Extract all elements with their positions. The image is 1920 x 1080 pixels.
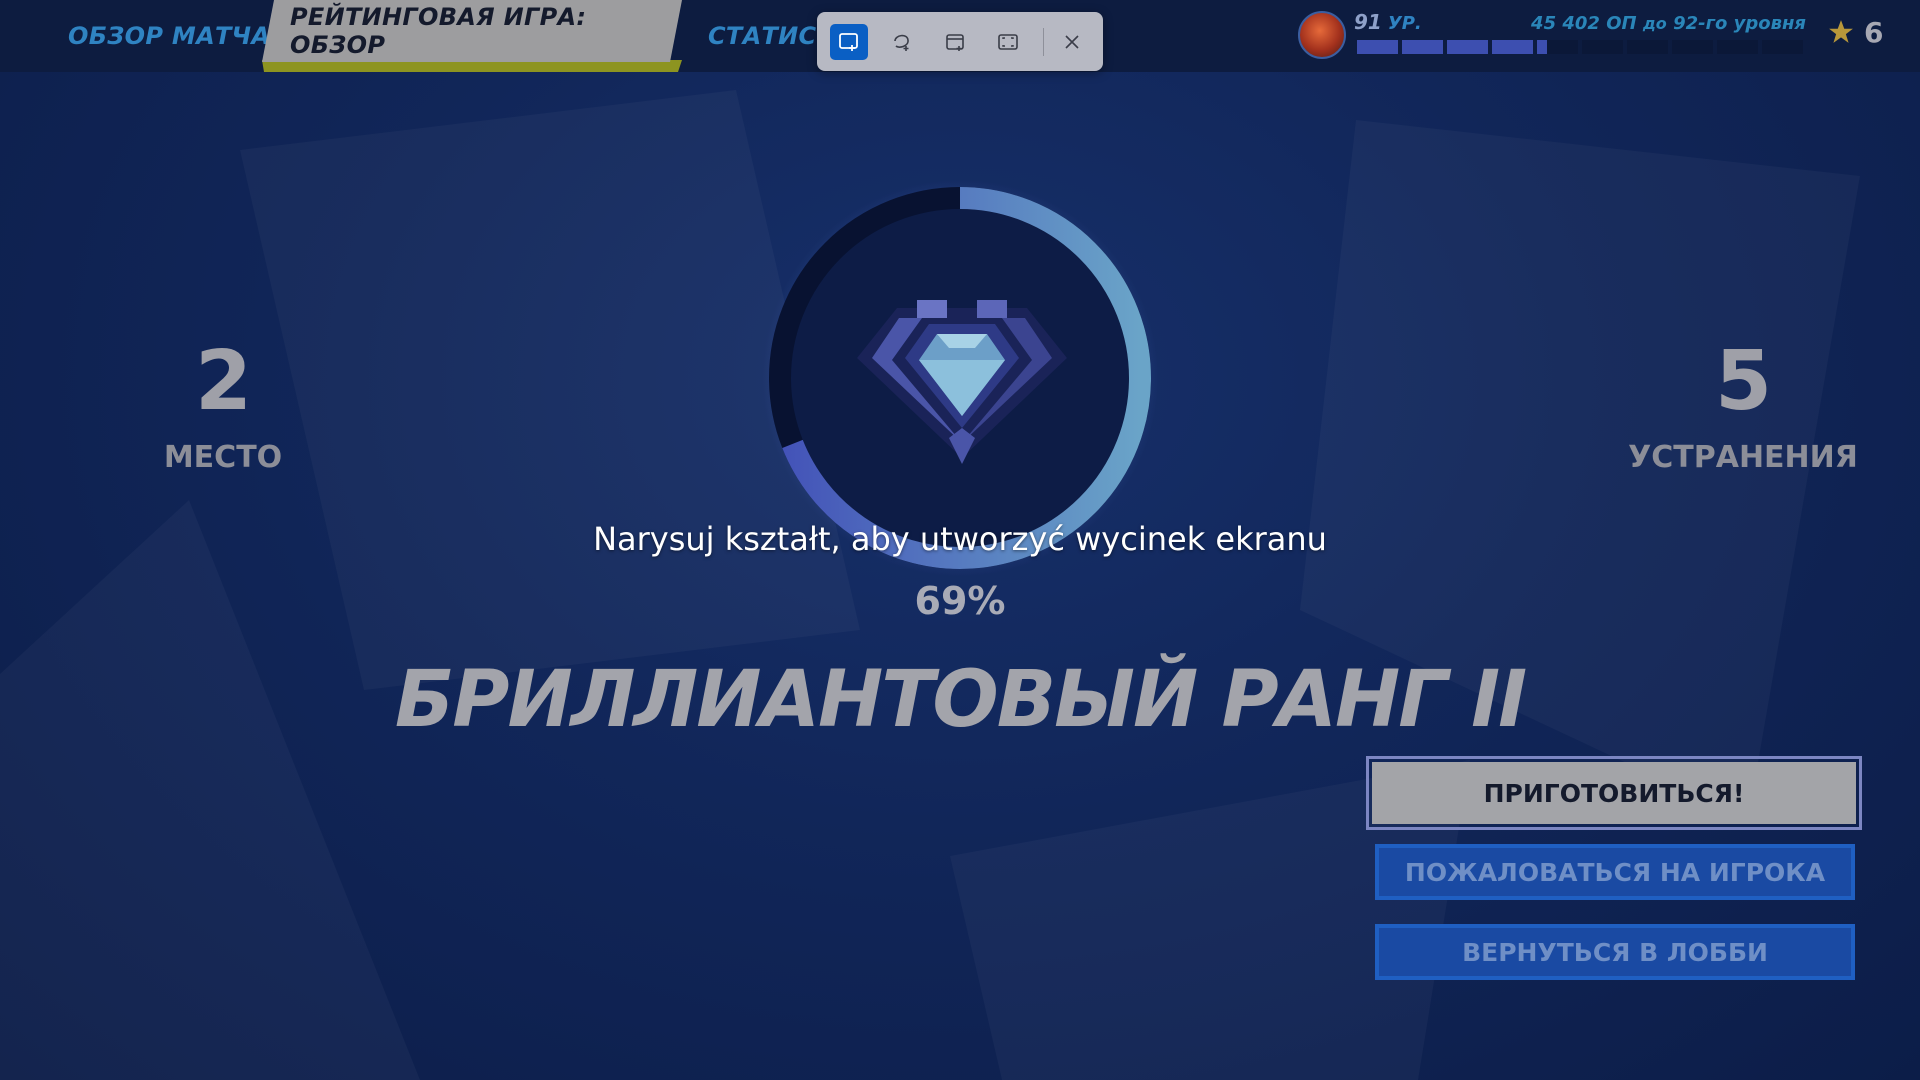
return-to-lobby-button[interactable]: ВЕРНУТЬСЯ В ЛОББИ [1375, 924, 1855, 980]
window-snip-button[interactable] [936, 24, 974, 60]
level-number: 91 [1354, 10, 1382, 34]
xp-bar-segment [1762, 40, 1803, 54]
tab-ranked-overview[interactable]: РЕЙТИНГОВАЯ ИГРА: ОБЗОР [262, 0, 682, 62]
xp-to-word: до [1642, 14, 1667, 33]
window-snip-icon [946, 34, 964, 51]
snip-instruction-text: Narysuj kształt, aby utworzyć wycinek ek… [593, 520, 1327, 558]
toolbar-separator [1043, 28, 1044, 56]
xp-bar-segment-fill [1447, 40, 1488, 54]
tab-stats[interactable]: СТАТИСТ [708, 0, 833, 72]
rank-title: БРИЛЛИАНТОВЫЙ РАНГ II [394, 655, 1527, 745]
next-level-label: 92-го уровня [1673, 13, 1806, 34]
xp-to-next-level: 45 402 ОП до 92-го уровня [1520, 13, 1806, 34]
xp-bar-segment [1492, 40, 1533, 54]
star-count: 6 [1864, 16, 1884, 49]
xp-bar-segment [1402, 40, 1443, 54]
xp-bar-segment [1537, 40, 1578, 54]
placement-value: 2 [194, 334, 252, 429]
placement-label: МЕСТО [163, 440, 283, 475]
level-display: 91 УР. [1354, 10, 1422, 34]
close-snip-button[interactable] [1053, 24, 1091, 60]
eliminations-label: УСТРАНЕНИЯ [1628, 440, 1858, 475]
xp-bar-segment [1627, 40, 1668, 54]
freeform-snip-icon [894, 34, 909, 51]
xp-bar-segment-fill [1492, 40, 1533, 54]
eliminations-value: 5 [1714, 334, 1772, 429]
xp-bar-segment-fill [1402, 40, 1443, 54]
fullscreen-snip-button[interactable] [989, 24, 1027, 60]
fullscreen-snip-icon [998, 34, 1018, 50]
tab-match-overview[interactable]: ОБЗОР МАТЧА [68, 0, 270, 72]
xp-bar-segment [1357, 40, 1398, 54]
report-player-button[interactable]: ПОЖАЛОВАТЬСЯ НА ИГРОКА [1375, 844, 1855, 900]
xp-progress-bar [1357, 40, 1805, 54]
xp-bar-segment [1672, 40, 1713, 54]
diamond-rank-emblem [857, 300, 1067, 464]
rank-progress-percent: 69% [914, 579, 1006, 623]
ready-button[interactable]: ПРИГОТОВИТЬСЯ! [1366, 756, 1862, 830]
xp-bar-segment-fill [1357, 40, 1398, 54]
xp-bar-segment [1717, 40, 1758, 54]
rectangle-snip-button[interactable] [830, 24, 868, 60]
level-unit: УР. [1387, 13, 1422, 34]
xp-amount: 45 402 ОП [1531, 13, 1637, 34]
xp-bar-segment-fill [1537, 40, 1548, 54]
close-icon [1065, 35, 1079, 49]
snip-toolbar [817, 12, 1103, 71]
xp-bar-segment [1582, 40, 1623, 54]
freeform-snip-button[interactable] [883, 24, 921, 60]
star-icon [1829, 20, 1853, 43]
avatar[interactable] [1298, 11, 1346, 59]
xp-bar-segment [1447, 40, 1488, 54]
rectangle-snip-icon [839, 33, 858, 51]
